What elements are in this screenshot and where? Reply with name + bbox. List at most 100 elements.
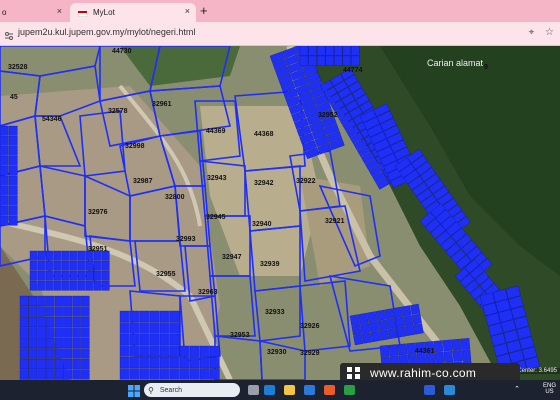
lot-parcel[interactable] [53, 260, 62, 271]
lot-parcel[interactable] [19, 348, 29, 359]
lot-parcel[interactable] [63, 358, 73, 370]
lot-parcel[interactable] [8, 155, 18, 166]
lot-parcel[interactable] [179, 345, 190, 357]
lot-parcel[interactable] [28, 348, 38, 359]
file-explorer-icon[interactable] [284, 385, 295, 395]
lot-parcel[interactable] [452, 350, 463, 362]
lot-parcel[interactable] [81, 316, 90, 328]
lot-parcel[interactable] [85, 260, 94, 271]
lot-parcel[interactable] [388, 344, 399, 357]
lot-parcel[interactable] [403, 315, 414, 327]
lot-parcel[interactable] [129, 345, 140, 357]
lot-parcel[interactable] [189, 368, 200, 380]
lot-parcel[interactable] [54, 337, 64, 349]
lot-parcel[interactable] [101, 270, 110, 281]
lot-parcel[interactable] [377, 319, 388, 331]
lot-parcel[interactable] [119, 310, 130, 323]
lot-parcel[interactable] [19, 316, 29, 328]
lot-parcel[interactable] [209, 345, 220, 357]
lot-parcel[interactable] [159, 368, 170, 380]
lot-parcel[interactable] [81, 358, 90, 370]
lot-parcel[interactable] [149, 368, 160, 380]
lot-parcel[interactable] [119, 368, 130, 380]
lot-parcel[interactable] [368, 321, 379, 333]
lot-parcel[interactable] [63, 348, 73, 359]
lot-parcel[interactable] [93, 270, 102, 281]
lot-parcel[interactable] [53, 280, 62, 291]
lot-parcel[interactable] [316, 46, 326, 56]
lot-parcel[interactable] [29, 270, 38, 281]
lot-parcel[interactable] [28, 316, 38, 328]
lot-parcel[interactable] [413, 323, 424, 335]
lot-parcel[interactable] [384, 308, 395, 320]
lot-parcel[interactable] [349, 314, 360, 326]
lot-parcel[interactable] [316, 55, 326, 66]
lot-parcel[interactable] [72, 358, 81, 370]
language-indicator[interactable]: ENG US [543, 383, 556, 395]
lot-parcel[interactable] [45, 270, 54, 281]
lot-parcel[interactable] [28, 337, 38, 349]
lot-parcel[interactable] [37, 280, 46, 291]
lot-parcel[interactable] [0, 215, 9, 226]
lot-parcel[interactable] [54, 316, 64, 328]
lot-parcel[interactable] [8, 125, 18, 136]
chrome-icon[interactable] [344, 385, 355, 395]
lot-parcel[interactable] [19, 337, 29, 349]
lot-parcel[interactable] [93, 280, 102, 291]
lot-parcel[interactable] [54, 369, 64, 380]
lot-parcel[interactable] [81, 295, 90, 307]
lot-parcel[interactable] [387, 328, 398, 340]
lot-parcel[interactable] [351, 46, 360, 56]
lot-parcel[interactable] [37, 250, 46, 261]
lot-parcel[interactable] [358, 312, 369, 324]
new-tab-button[interactable]: + [200, 3, 208, 19]
map-view[interactable]: 44730 32528 45 32578 54346 32961 44369 44368 329… [0, 46, 560, 380]
windows-start-icon[interactable] [128, 384, 140, 397]
lot-parcel[interactable] [461, 349, 472, 362]
lot-parcel[interactable] [149, 322, 160, 334]
star-icon[interactable]: ☆ [545, 27, 554, 38]
lot-parcel[interactable] [77, 250, 86, 261]
lot-parcel[interactable] [0, 125, 9, 136]
lot-parcel[interactable] [61, 270, 70, 281]
lot-parcel[interactable] [119, 333, 130, 346]
lot-parcel[interactable] [46, 295, 55, 307]
lot-parcel[interactable] [0, 135, 9, 146]
tab-mylot[interactable]: MyLot × [70, 3, 196, 22]
lot-parcel[interactable] [325, 55, 334, 66]
lot-parcel[interactable] [353, 334, 364, 346]
lot-parcel[interactable] [351, 55, 360, 66]
lot-parcel[interactable] [63, 316, 73, 328]
lot-parcel[interactable] [54, 358, 64, 370]
lot-parcel[interactable] [139, 310, 150, 323]
lot-parcel[interactable] [8, 205, 18, 216]
lot-parcel[interactable] [54, 327, 64, 338]
lot-parcel[interactable] [179, 368, 190, 380]
lot-parcel[interactable] [45, 250, 54, 261]
lot-parcel[interactable] [396, 326, 407, 338]
lot-parcel[interactable] [72, 306, 81, 317]
lot-parcel[interactable] [149, 333, 160, 346]
lot-parcel[interactable] [37, 270, 46, 281]
lot-parcel[interactable] [199, 345, 210, 357]
lot-parcel[interactable] [139, 345, 150, 357]
lot-parcel[interactable] [129, 322, 140, 334]
lot-parcel[interactable] [0, 195, 9, 206]
lot-parcel[interactable] [351, 324, 362, 336]
lot-parcel[interactable] [169, 322, 180, 334]
lot-parcel[interactable] [19, 369, 29, 380]
lot-parcel[interactable] [129, 310, 140, 323]
tray-chevron-up-icon[interactable]: ⌃ [514, 385, 520, 393]
lot-parcel[interactable] [0, 155, 9, 166]
lot-parcel[interactable] [451, 338, 462, 351]
lot-parcel[interactable] [0, 145, 9, 156]
lot-parcel[interactable] [19, 295, 29, 307]
lot-parcel[interactable] [386, 318, 397, 330]
lot-parcel[interactable] [139, 356, 150, 369]
lot-parcel[interactable] [19, 358, 29, 370]
lot-parcel[interactable] [8, 215, 18, 226]
lot-parcel[interactable] [46, 337, 55, 349]
lot-parcel[interactable] [93, 260, 102, 271]
lot-parcel[interactable] [169, 356, 180, 369]
lot-parcel[interactable] [28, 369, 38, 380]
